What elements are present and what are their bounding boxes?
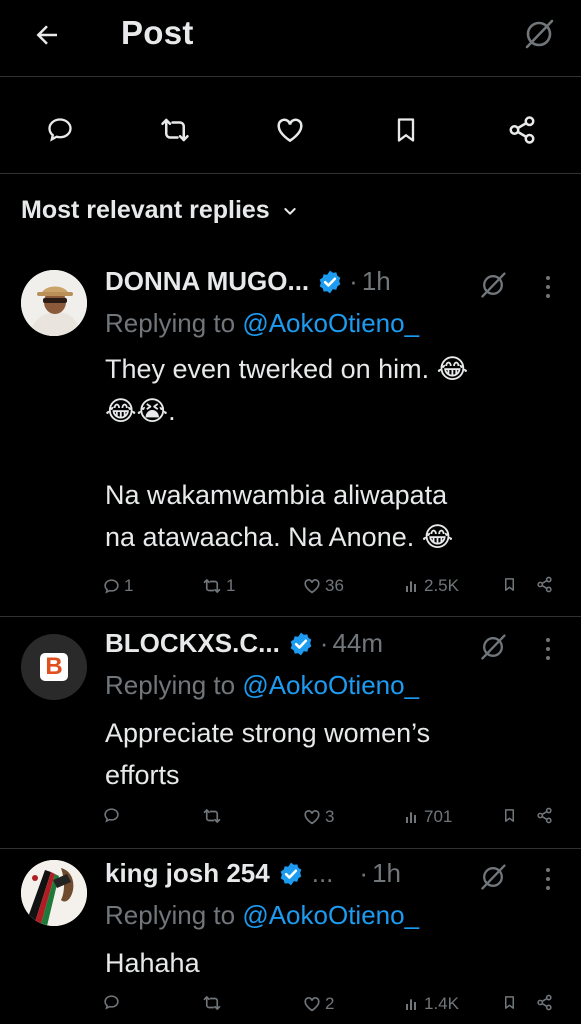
post-time[interactable]: 1h xyxy=(362,266,391,297)
reply-count-button[interactable]: 1 xyxy=(103,576,133,596)
reply-text-line: Hahaha xyxy=(105,948,200,978)
author-name[interactable]: king josh 254 xyxy=(105,858,270,889)
reply-text-line: Appreciate strong women’s xyxy=(105,718,431,748)
mentioned-handle[interactable]: @AokoOtieno_ xyxy=(242,900,419,930)
engagement-bar: 3 701 xyxy=(0,807,581,837)
view-count: 1.4K xyxy=(424,994,459,1013)
view-count-button[interactable]: 2.5K xyxy=(404,576,459,596)
reply-text: Hahaha xyxy=(105,942,545,984)
verified-badge-icon xyxy=(280,862,302,885)
reply-item[interactable]: B BLOCKXS.C... · 44m Replying to @AokoOt… xyxy=(0,616,581,848)
chevron-down-icon xyxy=(284,207,296,215)
separator-dot: · xyxy=(349,266,358,296)
view-count-button[interactable]: 1.4K xyxy=(404,994,459,1014)
replying-prefix: Replying to xyxy=(105,670,243,700)
share-icon[interactable] xyxy=(502,110,542,150)
like-count-button[interactable]: 2 xyxy=(303,994,334,1014)
bookmark-icon[interactable] xyxy=(502,576,517,593)
replying-prefix: Replying to xyxy=(105,308,243,338)
grok-icon[interactable] xyxy=(519,14,559,54)
replying-to: Replying to @AokoOtieno_ xyxy=(105,308,419,339)
author-name[interactable]: BLOCKXS.C... xyxy=(105,628,280,659)
replying-prefix: Replying to xyxy=(105,900,243,930)
mentioned-handle[interactable]: @AokoOtieno_ xyxy=(242,308,419,338)
view-count: 701 xyxy=(424,807,453,826)
reply-text: Appreciate strong women’s efforts xyxy=(105,712,545,796)
reply-text-line: 😂😭. xyxy=(105,396,176,426)
repost-count-button[interactable] xyxy=(202,994,222,1012)
reply-count-button[interactable] xyxy=(103,807,120,824)
divider xyxy=(0,76,581,77)
avatar-logo: B xyxy=(40,653,68,681)
divider xyxy=(0,173,581,174)
like-count: 36 xyxy=(325,576,344,595)
post-action-bar xyxy=(0,96,581,166)
share-icon[interactable] xyxy=(536,807,553,824)
reply-item[interactable]: DONNA MUGO... · 1h Replying to @AokoOtie… xyxy=(0,252,581,616)
repost-count-button[interactable] xyxy=(202,807,222,825)
reply-count-button[interactable] xyxy=(103,994,120,1011)
repost-icon[interactable] xyxy=(155,110,195,150)
verified-badge-icon xyxy=(319,270,341,293)
grok-icon[interactable] xyxy=(478,862,508,892)
avatar-letter: B xyxy=(45,653,63,680)
repost-count-button[interactable]: 1 xyxy=(202,576,235,596)
name-ellipsis: ... xyxy=(311,858,334,888)
author-name[interactable]: DONNA MUGO... xyxy=(105,266,309,297)
view-count: 2.5K xyxy=(424,576,459,595)
like-count: 2 xyxy=(325,994,335,1013)
more-options-icon[interactable] xyxy=(540,272,556,302)
reply-count: 1 xyxy=(124,576,134,595)
avatar[interactable] xyxy=(21,270,87,336)
reply-text: They even twerked on him. 😂 😂😭. Na wakam… xyxy=(105,348,545,558)
replying-to: Replying to @AokoOtieno_ xyxy=(105,900,419,931)
like-count-button[interactable]: 36 xyxy=(303,576,344,596)
arrow-left-icon[interactable] xyxy=(28,16,66,54)
top-bar: Post xyxy=(0,0,581,76)
post-time[interactable]: 1h xyxy=(372,858,401,889)
sort-dropdown[interactable]: Most relevant replies xyxy=(21,196,298,225)
grok-icon[interactable] xyxy=(478,632,508,662)
page-title: Post xyxy=(121,14,194,51)
share-icon[interactable] xyxy=(536,994,553,1011)
share-icon[interactable] xyxy=(536,576,553,593)
bookmark-icon[interactable] xyxy=(502,994,517,1011)
avatar[interactable]: B xyxy=(21,634,87,700)
more-options-icon[interactable] xyxy=(540,634,556,664)
reply-text-line: Na wakamwambia aliwapata xyxy=(105,480,448,510)
reply-text-line: They even twerked on him. 😂 xyxy=(105,354,469,384)
avatar[interactable] xyxy=(21,860,87,926)
mentioned-handle[interactable]: @AokoOtieno_ xyxy=(242,670,419,700)
sort-label: Most relevant replies xyxy=(21,196,270,224)
repost-count: 1 xyxy=(226,576,236,595)
separator-dot: · xyxy=(359,858,369,888)
like-icon[interactable] xyxy=(270,110,310,150)
engagement-bar: 1 1 36 2.5K xyxy=(0,576,581,606)
replying-to: Replying to @AokoOtieno_ xyxy=(105,670,419,701)
engagement-bar: 2 1.4K xyxy=(0,994,581,1024)
view-count-button[interactable]: 701 xyxy=(404,807,452,827)
reply-icon[interactable] xyxy=(40,110,80,150)
bookmark-icon[interactable] xyxy=(502,807,517,824)
like-count: 3 xyxy=(325,807,335,826)
post-time[interactable]: 44m xyxy=(332,628,383,659)
separator-dot: · xyxy=(319,628,329,658)
like-count-button[interactable]: 3 xyxy=(303,807,334,827)
reply-item[interactable]: king josh 254 ... · 1h Replying to @Aoko… xyxy=(0,848,581,1024)
bookmark-icon[interactable] xyxy=(386,110,426,150)
verified-badge-icon xyxy=(290,632,312,655)
grok-icon[interactable] xyxy=(478,270,508,300)
more-options-icon[interactable] xyxy=(540,864,556,894)
reply-text-line: na atawaacha. Na Anone. 😂 xyxy=(105,522,454,552)
reply-text-line: efforts xyxy=(105,760,180,790)
